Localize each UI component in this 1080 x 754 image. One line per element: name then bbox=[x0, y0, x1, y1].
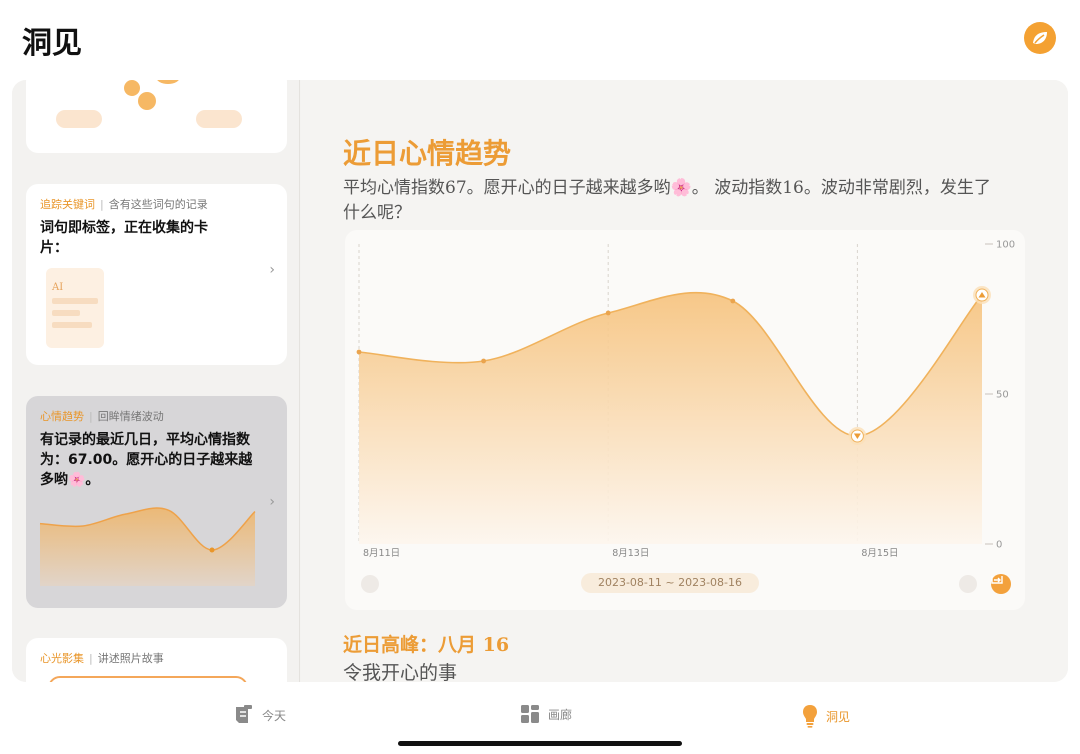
data-point bbox=[356, 349, 362, 355]
home-indicator bbox=[398, 741, 682, 746]
card-header: 心光影集 | 讲述照片故事 bbox=[40, 650, 164, 666]
doc-thumbnail: AI bbox=[46, 268, 104, 348]
mini-mood-chart bbox=[39, 507, 256, 586]
mood-summary: 平均心情指数67。愿开心的日子越来越多哟🌸。 波动指数16。波动非常剧烈，发生了… bbox=[343, 178, 991, 223]
card-text: 词句即标签，正在收集的卡片： bbox=[40, 220, 208, 256]
doc-line bbox=[52, 310, 80, 316]
tab-label: 洞见 bbox=[826, 709, 851, 724]
y-tick-label: 100 bbox=[996, 240, 1015, 251]
mood-trend-card[interactable]: 心情趋势 | 回眸情绪波动 有记录的最近几日，平均心情指数为：67.00。愿开心的日… bbox=[26, 396, 287, 608]
doc-label: AI bbox=[52, 282, 64, 293]
tab-gallery[interactable]: 画廊 bbox=[520, 704, 572, 724]
mood-trend-chart: 100 50 0 8月11日 8月13日 8月15日 bbox=[356, 240, 1015, 559]
card-tag: 追踪关键词 bbox=[40, 198, 95, 211]
tab-today[interactable]: 今天 bbox=[234, 704, 286, 726]
mini-mood-area bbox=[40, 508, 255, 586]
previous-range-button[interactable] bbox=[361, 575, 379, 593]
mood-area bbox=[359, 292, 982, 544]
mini-data-point bbox=[209, 547, 215, 553]
decor-dot bbox=[156, 80, 180, 84]
keywords-card[interactable]: 追踪关键词 | 含有这些词句的记录 词句即标签，正在收集的卡片： › AI bbox=[26, 184, 287, 365]
card-tag: 心光影集 bbox=[40, 652, 84, 665]
card-separator: | bbox=[89, 652, 93, 665]
insight-content: 近日心情趋势 平均心情指数67。愿开心的日子越来越多哟🌸。 波动指数16。波动非… bbox=[301, 80, 1068, 682]
export-button[interactable] bbox=[991, 574, 1011, 594]
lightbulb-icon bbox=[803, 705, 817, 728]
photo-story-card[interactable]: 心光影集 | 讲述照片故事 bbox=[26, 638, 287, 682]
card-subtitle: 讲述照片故事 bbox=[97, 652, 164, 665]
leaf-icon bbox=[1033, 32, 1047, 44]
tab-bar: 今天 画廊 洞见 bbox=[0, 690, 1080, 754]
grid-icon bbox=[521, 705, 539, 723]
decor-blob bbox=[196, 110, 242, 128]
card-separator: | bbox=[100, 198, 104, 211]
x-tick-label: 8月11日 bbox=[363, 548, 400, 559]
doc-line bbox=[52, 298, 98, 304]
y-tick-label: 50 bbox=[996, 390, 1009, 401]
card-subtitle: 含有这些词句的记录 bbox=[108, 198, 208, 211]
app-title: 洞见 bbox=[22, 26, 82, 61]
peak-day-title: 近日高峰：八月 16 bbox=[343, 634, 510, 656]
mood-chart-card: 100 50 0 8月11日 8月13日 8月15日 2023-08-11 ~ 2023-… bbox=[345, 230, 1025, 610]
data-point bbox=[605, 310, 611, 316]
section-title: 近日心情趋势 bbox=[343, 137, 512, 170]
illustration-card[interactable] bbox=[26, 80, 287, 153]
x-tick-label: 8月13日 bbox=[612, 548, 649, 559]
card-header: 追踪关键词 | 含有这些词句的记录 bbox=[40, 196, 208, 212]
date-range-label[interactable]: 2023-08-11 ~ 2023-08-16 bbox=[581, 573, 759, 593]
y-tick-label: 0 bbox=[996, 540, 1002, 551]
profile-button[interactable] bbox=[1024, 22, 1056, 54]
main-area: 追踪关键词 | 含有这些词句的记录 词句即标签，正在收集的卡片： › AI 心情趋势… bbox=[12, 80, 1068, 682]
doc-line bbox=[52, 322, 92, 328]
sidebar: 追踪关键词 | 含有这些词句的记录 词句即标签，正在收集的卡片： › AI 心情趋势… bbox=[12, 80, 300, 682]
calendar-icon bbox=[236, 705, 252, 723]
tab-label: 今天 bbox=[262, 708, 287, 723]
x-tick-label: 8月15日 bbox=[861, 548, 898, 559]
chevron-right-icon: › bbox=[269, 262, 275, 278]
decor-blob bbox=[56, 110, 102, 128]
photo-action-button[interactable] bbox=[48, 676, 248, 682]
decor-dot bbox=[138, 92, 156, 110]
share-icon bbox=[991, 576, 1003, 584]
tab-insight[interactable]: 洞见 bbox=[802, 704, 850, 728]
next-range-button[interactable] bbox=[959, 575, 977, 593]
happy-things-title: 令我开心的事 bbox=[343, 662, 458, 682]
data-point bbox=[481, 358, 486, 364]
data-point bbox=[730, 298, 736, 304]
tab-label: 画廊 bbox=[548, 707, 573, 722]
decor-dot bbox=[124, 80, 140, 96]
